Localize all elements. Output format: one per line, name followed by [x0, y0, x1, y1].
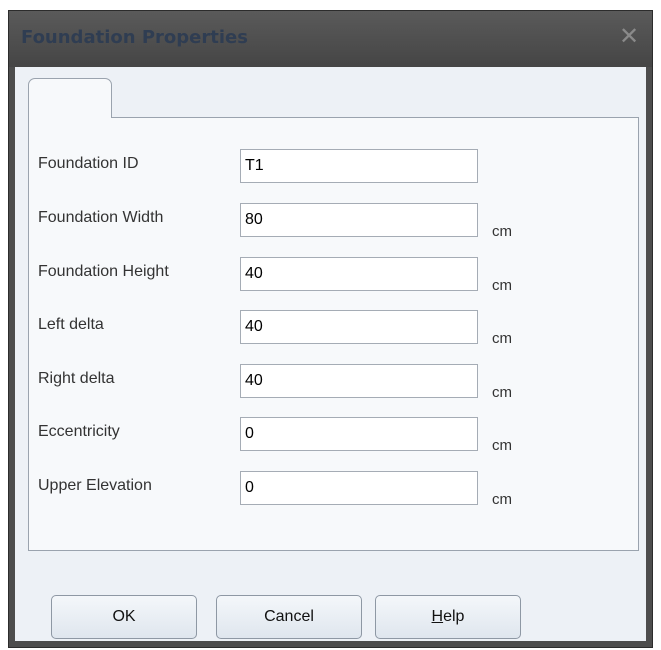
foundation-height-label: Foundation Height — [38, 263, 169, 280]
eccentricity-input[interactable] — [240, 417, 478, 451]
title-bar[interactable]: Foundation Properties ✕ — [9, 11, 652, 67]
field-row-left-delta: Left delta cm — [29, 310, 638, 352]
right-delta-label: Right delta — [38, 370, 115, 387]
right-delta-unit: cm — [492, 384, 512, 401]
help-button-label-rest: elp — [443, 608, 465, 625]
eccentricity-unit: cm — [492, 437, 512, 454]
help-button[interactable]: Help — [375, 595, 521, 639]
foundation-height-input[interactable] — [240, 257, 478, 291]
dialog-title: Foundation Properties — [21, 27, 248, 48]
ok-button[interactable]: OK — [51, 595, 197, 639]
right-delta-input[interactable] — [240, 364, 478, 398]
upper-elevation-label: Upper Elevation — [38, 477, 152, 494]
ok-button-label: OK — [112, 608, 136, 625]
foundation-width-label: Foundation Width — [38, 209, 164, 226]
field-row-foundation-width: Foundation Width cm — [29, 203, 638, 245]
foundation-width-unit: cm — [492, 223, 512, 240]
cancel-button-label: Cancel — [264, 608, 314, 625]
help-button-mnemonic: H — [431, 608, 444, 625]
left-delta-unit: cm — [492, 330, 512, 347]
field-row-right-delta: Right delta cm — [29, 364, 638, 406]
field-row-upper-elevation: Upper Elevation cm — [29, 471, 638, 513]
foundation-width-input[interactable] — [240, 203, 478, 237]
eccentricity-label: Eccentricity — [38, 423, 120, 440]
foundation-id-label: Foundation ID — [38, 155, 139, 172]
close-icon[interactable]: ✕ — [616, 23, 642, 49]
upper-elevation-unit: cm — [492, 491, 512, 508]
tab-general[interactable] — [28, 78, 112, 118]
upper-elevation-input[interactable] — [240, 471, 478, 505]
foundation-properties-dialog: Foundation Properties ✕ Foundation ID Fo… — [8, 10, 653, 648]
tab-page: Foundation ID Foundation Width cm Founda… — [28, 117, 639, 551]
foundation-height-unit: cm — [492, 277, 512, 294]
cancel-button[interactable]: Cancel — [216, 595, 362, 639]
foundation-id-input[interactable] — [240, 149, 478, 183]
left-delta-label: Left delta — [38, 316, 104, 333]
field-row-foundation-id: Foundation ID — [29, 149, 638, 191]
dialog-client-area: Foundation ID Foundation Width cm Founda… — [15, 67, 646, 641]
left-delta-input[interactable] — [240, 310, 478, 344]
field-row-eccentricity: Eccentricity cm — [29, 417, 638, 459]
field-row-foundation-height: Foundation Height cm — [29, 257, 638, 299]
